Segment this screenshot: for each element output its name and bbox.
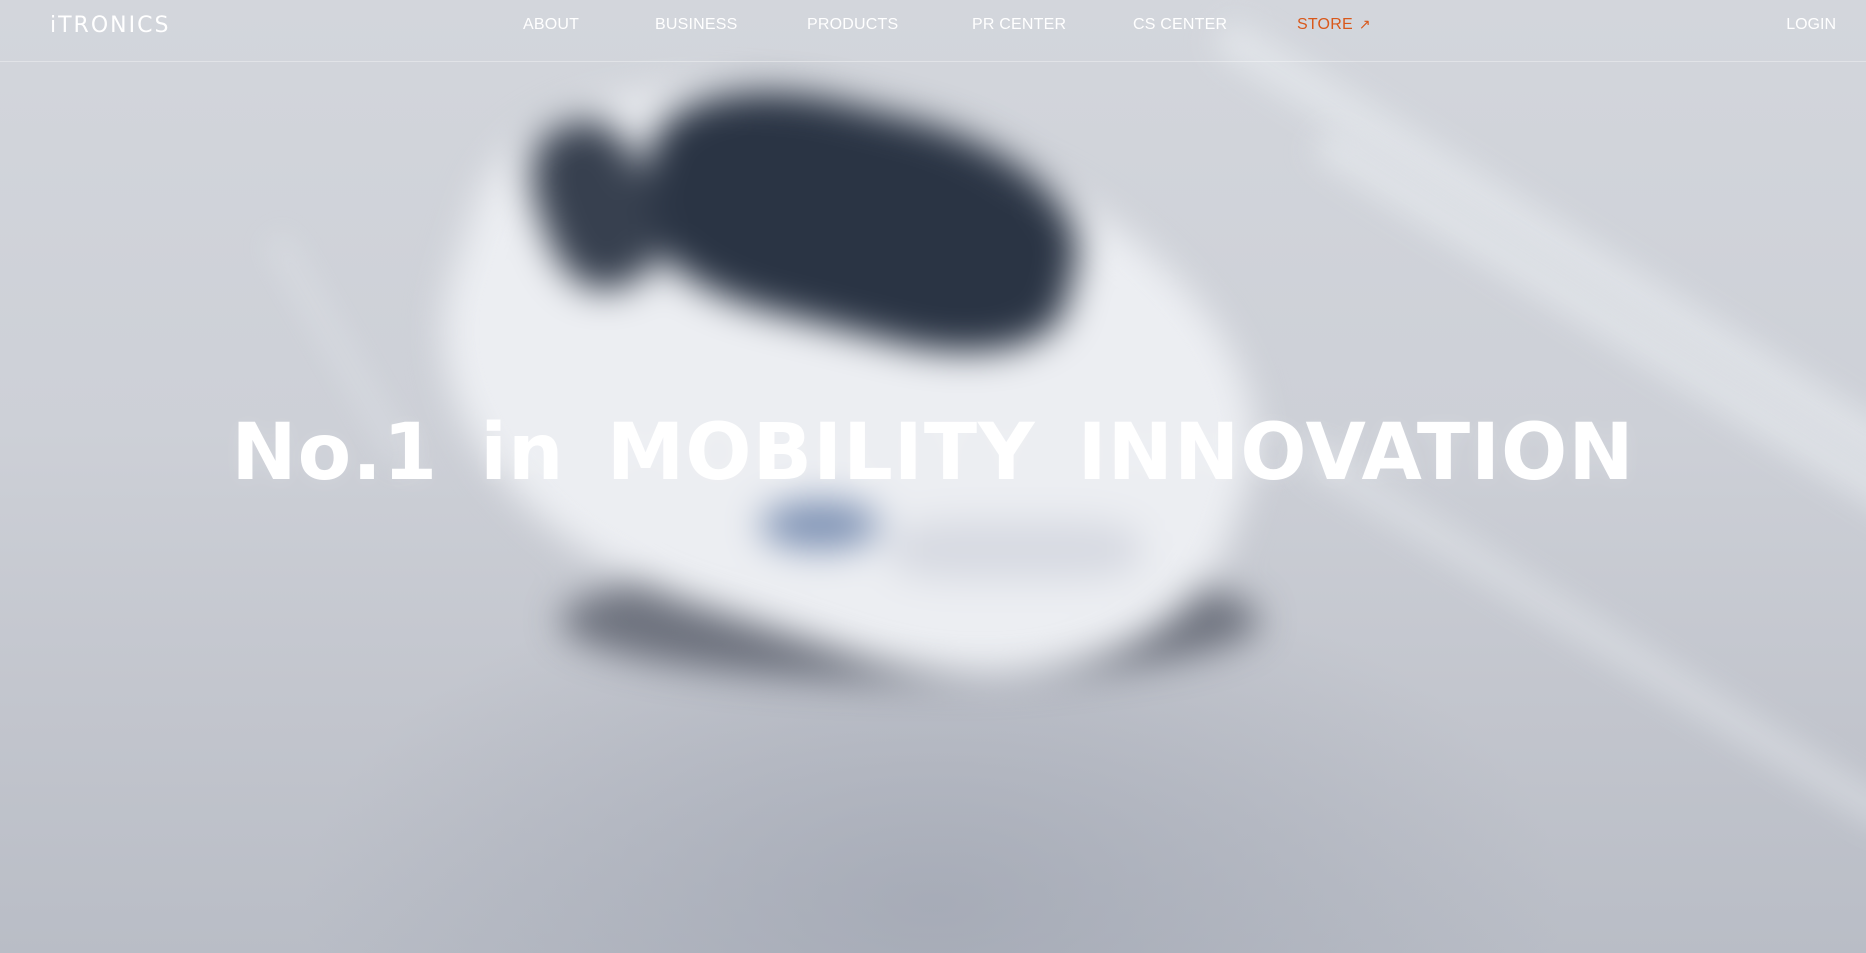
car-grille [890,520,1140,580]
nav-item-about[interactable]: ABOUT [523,16,579,34]
hero-headline: No.1 in MOBILITY INNOVATION [231,408,1635,498]
external-link-arrow-icon: ↗ [1358,16,1371,32]
hero-section: iTRONICS ABOUT BUSINESS PRODUCTS PR CENT… [0,0,1866,953]
nav-item-cs-center[interactable]: CS CENTER [1133,16,1227,34]
login-link[interactable]: LOGIN [1786,16,1836,34]
main-nav: ABOUT BUSINESS PRODUCTS PR CENTER CS CEN… [0,16,1866,38]
nav-item-store-label: STORE [1297,16,1353,33]
site-header: iTRONICS ABOUT BUSINESS PRODUCTS PR CENT… [0,0,1866,62]
nav-item-pr-center[interactable]: PR CENTER [972,16,1066,34]
nav-item-store[interactable]: STORE ↗ [1297,16,1371,34]
nav-item-business[interactable]: BUSINESS [655,16,738,34]
hero-headline-wrapper: No.1 in MOBILITY INNOVATION [0,408,1866,498]
nav-item-products[interactable]: PRODUCTS [807,16,898,34]
car-headlight [760,500,880,550]
